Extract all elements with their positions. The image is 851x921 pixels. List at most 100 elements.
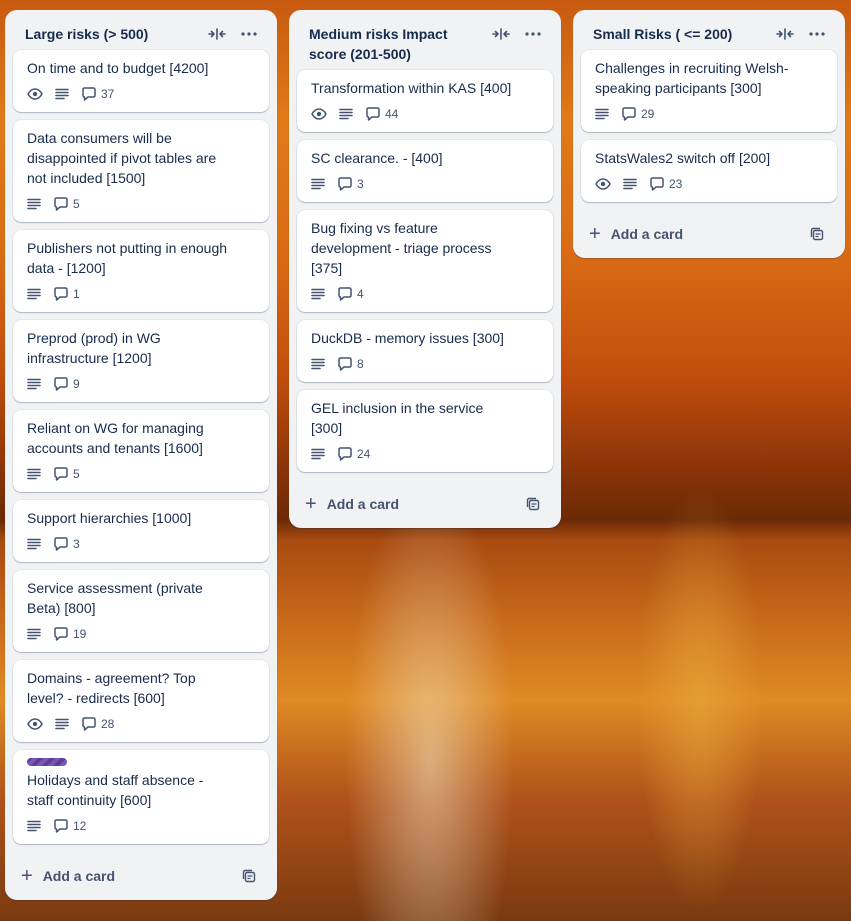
plus-icon: + <box>305 493 317 515</box>
list-header: Medium risks Impact score (201-500) <box>297 10 553 70</box>
card-badges: 23 <box>595 174 825 194</box>
card-template-icon[interactable] <box>801 218 833 250</box>
card-title: Bug fixing vs feature development - tria… <box>311 220 492 276</box>
list-large-risks: Large risks (> 500) On time and to budget… <box>5 10 277 900</box>
comments-badge: 1 <box>53 287 80 301</box>
card[interactable]: StatsWales2 switch off [200] 23 <box>581 140 837 202</box>
comments-badge: 8 <box>337 357 364 371</box>
eye-icon <box>311 108 327 120</box>
description-icon <box>339 108 353 120</box>
description-icon <box>27 468 41 480</box>
comment-count: 44 <box>385 107 399 121</box>
description-icon <box>311 358 325 370</box>
comment-count: 4 <box>357 287 364 301</box>
comments-badge: 37 <box>81 87 114 101</box>
card-template-icon[interactable] <box>517 488 549 520</box>
card-title: On time and to budget [4200] <box>27 60 209 76</box>
comment-count: 1 <box>73 287 80 301</box>
card-title: Preprod (prod) in WG infrastructure [120… <box>27 330 161 366</box>
comments-badge: 44 <box>365 107 398 121</box>
description-icon <box>55 718 69 730</box>
card-title: StatsWales2 switch off [200] <box>595 150 771 166</box>
more-horizontal-icon[interactable] <box>801 24 833 44</box>
list-title[interactable]: Medium risks Impact score (201-500) <box>309 24 485 64</box>
collapse-icon[interactable] <box>201 24 233 44</box>
plus-icon: + <box>589 223 601 245</box>
comments-badge: 28 <box>81 717 114 731</box>
card[interactable]: Service assessment (private Beta) [800] 1… <box>13 570 269 652</box>
add-card-button[interactable]: + Add a card <box>305 490 517 518</box>
comment-icon <box>81 717 97 731</box>
comment-count: 23 <box>669 177 683 191</box>
card[interactable]: Holidays and staff absence - staff conti… <box>13 750 269 844</box>
card-title: Domains - agreement? Top level? - redire… <box>27 670 196 706</box>
description-icon <box>311 448 325 460</box>
card[interactable]: SC clearance. - [400] 3 <box>297 140 553 202</box>
collapse-icon[interactable] <box>485 24 517 44</box>
card-title: Publishers not putting in enough data - … <box>27 240 228 276</box>
comment-count: 29 <box>641 107 655 121</box>
comment-icon <box>53 377 69 391</box>
card-badges: 24 <box>311 444 541 464</box>
card[interactable]: Data consumers will be disappointed if p… <box>13 120 269 222</box>
card[interactable]: Bug fixing vs feature development - tria… <box>297 210 553 312</box>
card[interactable]: On time and to budget [4200] 37 <box>13 50 269 112</box>
add-card-button[interactable]: + Add a card <box>21 862 233 890</box>
card-label[interactable] <box>27 758 67 766</box>
list-title[interactable]: Large risks (> 500) <box>25 24 201 44</box>
description-icon <box>311 178 325 190</box>
card[interactable]: Transformation within KAS [400] 44 <box>297 70 553 132</box>
comment-count: 5 <box>73 467 80 481</box>
comment-count: 3 <box>73 537 80 551</box>
card[interactable]: Publishers not putting in enough data - … <box>13 230 269 312</box>
list-header: Large risks (> 500) <box>13 10 269 50</box>
description-icon <box>27 378 41 390</box>
comments-badge: 5 <box>53 197 80 211</box>
more-horizontal-icon[interactable] <box>233 24 265 44</box>
card[interactable]: Preprod (prod) in WG infrastructure [120… <box>13 320 269 402</box>
comment-icon <box>53 467 69 481</box>
description-icon <box>27 198 41 210</box>
comment-count: 8 <box>357 357 364 371</box>
comment-count: 19 <box>73 627 87 641</box>
description-icon <box>55 88 69 100</box>
card-badges: 19 <box>27 624 257 644</box>
description-icon <box>623 178 637 190</box>
description-icon <box>27 820 41 832</box>
card-template-icon[interactable] <box>233 860 265 892</box>
comments-badge: 3 <box>337 177 364 191</box>
board: Large risks (> 500) On time and to budget… <box>0 0 851 921</box>
card-title: Reliant on WG for managing accounts and … <box>27 420 204 456</box>
comment-count: 28 <box>101 717 115 731</box>
comment-icon <box>81 87 97 101</box>
card[interactable]: Domains - agreement? Top level? - redire… <box>13 660 269 742</box>
comments-badge: 9 <box>53 377 80 391</box>
description-icon <box>595 108 609 120</box>
comment-icon <box>53 537 69 551</box>
more-horizontal-icon[interactable] <box>517 24 549 44</box>
comments-badge: 19 <box>53 627 86 641</box>
card-title: Data consumers will be disappointed if p… <box>27 130 217 186</box>
comment-count: 12 <box>73 819 87 833</box>
eye-icon <box>27 88 43 100</box>
add-card-button[interactable]: + Add a card <box>589 220 801 248</box>
list-title[interactable]: Small Risks ( <= 200) <box>593 24 769 44</box>
card-badges: 8 <box>311 354 541 374</box>
card-badges: 4 <box>311 284 541 304</box>
card[interactable]: Challenges in recruiting Welsh-speaking … <box>581 50 837 132</box>
card[interactable]: GEL inclusion in the service [300] 24 <box>297 390 553 472</box>
collapse-icon[interactable] <box>769 24 801 44</box>
card[interactable]: DuckDB - memory issues [300] 8 <box>297 320 553 382</box>
add-card-label: Add a card <box>326 496 400 512</box>
comment-icon <box>53 197 69 211</box>
comments-badge: 3 <box>53 537 80 551</box>
add-card-label: Add a card <box>610 226 684 242</box>
card-list: Transformation within KAS [400] 44 SC clea… <box>297 70 553 472</box>
card-badges: 29 <box>595 104 825 124</box>
card-badges: 3 <box>27 534 257 554</box>
card[interactable]: Reliant on WG for managing accounts and … <box>13 410 269 492</box>
card-badges: 1 <box>27 284 257 304</box>
card[interactable]: Support hierarchies [1000] 3 <box>13 500 269 562</box>
card-title: Service assessment (private Beta) [800] <box>27 580 203 616</box>
comments-badge: 24 <box>337 447 370 461</box>
